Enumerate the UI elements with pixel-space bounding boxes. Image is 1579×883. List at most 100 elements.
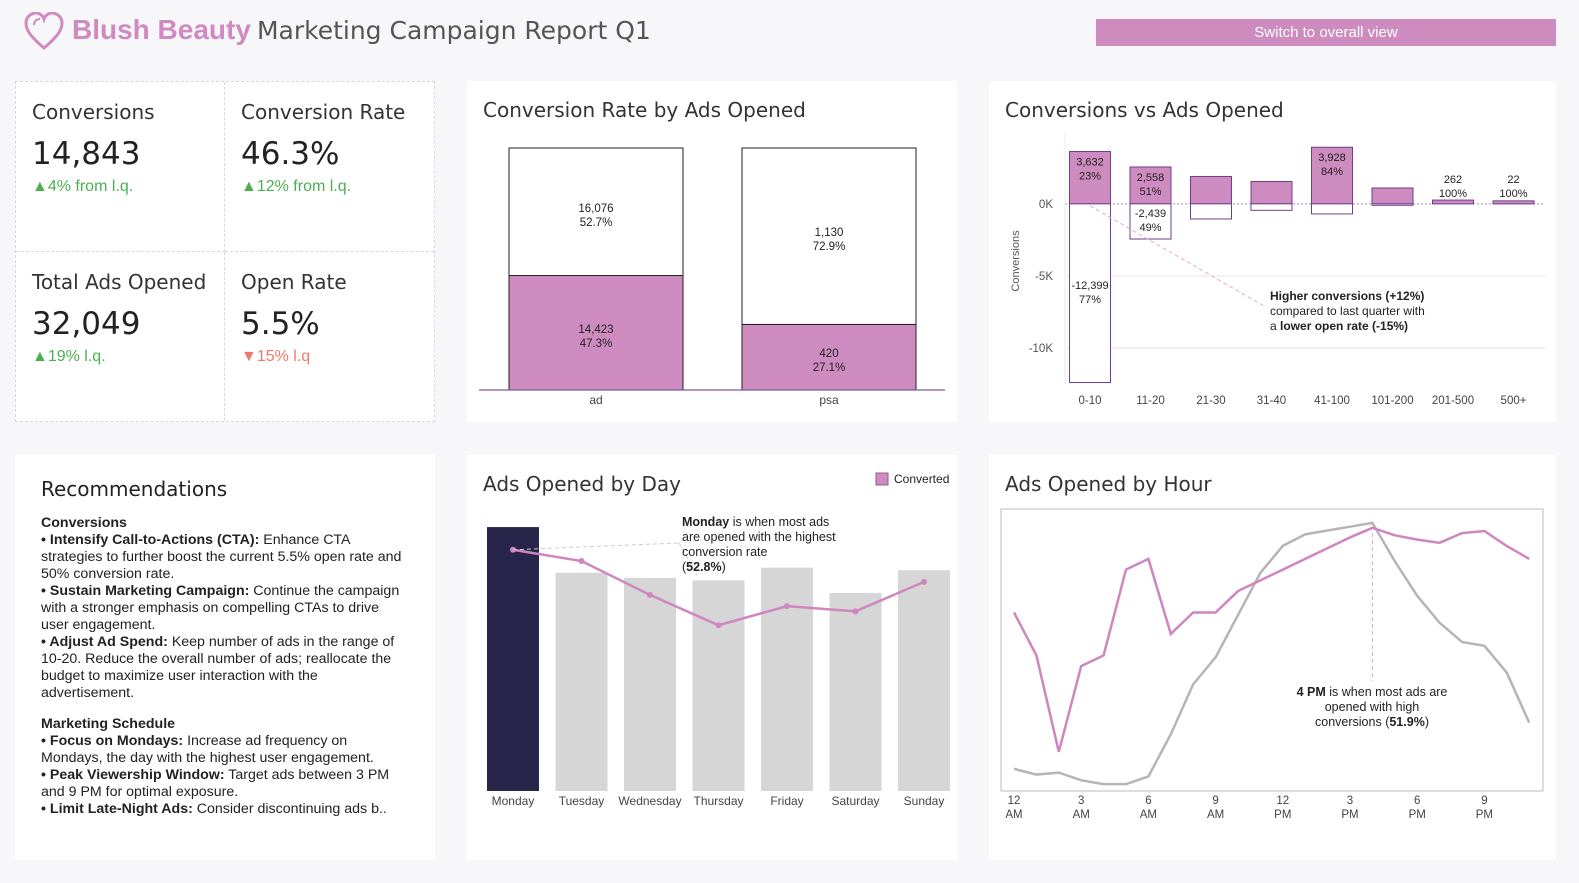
x-tick-label: 500+ [1501, 395, 1527, 407]
bar-data-label: 1,130 [815, 227, 844, 239]
bar-data-label: 262 [1444, 174, 1462, 186]
x-tick-label: Monday [492, 794, 535, 808]
reco-item-heading: • Adjust Ad Spend: [41, 634, 168, 650]
kpi-grid: Conversions 14,843 ▲4% from l.q. Convers… [15, 81, 435, 422]
ads-by-hour-panel: Ads Opened by Hour 12 AM 3 AM 6 AM 9 AM 12 PM 3 PM 6… [989, 455, 1556, 860]
bar-data-label: 3,928 [1318, 152, 1346, 164]
bar-negative [1311, 203, 1353, 215]
annotation-line [1089, 205, 1265, 307]
x-tick-label: 201-500 [1432, 395, 1474, 407]
bar-positive [1432, 199, 1474, 205]
bar-sunday [898, 570, 950, 791]
bar-negative [1190, 203, 1232, 220]
kpi-conversion-rate: Conversion Rate 46.3% ▲12% from l.q. [225, 82, 434, 252]
annotation-text: Monday is when most ads [682, 515, 829, 529]
annotation-bold: Monday [682, 515, 729, 529]
kpi-delta: ▼15% l.q [241, 347, 311, 365]
conv-rate-panel: Conversion Rate by Ads Opened 14,423 47.3… [467, 81, 957, 422]
kpi-delta: ▲12% from l.q. [241, 178, 352, 195]
kpi-value: 14,843 [32, 136, 141, 172]
conv-vs-ads-panel: Conversions vs Ads Opened 0K -5K -10K Conve… [989, 81, 1556, 422]
bar-friday [761, 567, 813, 791]
heart-logo-icon [24, 12, 64, 50]
kpi-delta: ▲4% from l.q. [32, 178, 134, 195]
x-tick-label: AM [1207, 809, 1224, 821]
x-tick-label: Friday [770, 794, 803, 808]
bar-data-label: -12,399 [1071, 280, 1108, 292]
reco-section-title: Conversions [41, 515, 127, 531]
y-tick-label: -10K [1029, 343, 1054, 355]
x-tick-label: 11-20 [1136, 395, 1165, 407]
x-tick-label: Thursday [693, 794, 743, 808]
switch-view-button[interactable]: Switch to overall view [1096, 19, 1556, 46]
annotation-text: conversions (51.9%) [1315, 715, 1429, 729]
annotation-text: compared to last quarter with [1270, 304, 1425, 318]
bar-data-label: 72.9% [813, 241, 846, 253]
annotation-text: (52.8%) [682, 560, 726, 574]
x-tick-label: 0-10 [1078, 395, 1101, 407]
reco-item: • Adjust Ad Spend: Keep number of ads in… [41, 634, 395, 701]
x-tick-label: ad [589, 393, 602, 407]
bar-negative [1371, 203, 1414, 206]
conv-rate-chart: 14,423 47.3% 16,076 52.7% ad 420 27.1% 1,130 72.… [479, 147, 945, 407]
bar-data-label: 27.1% [813, 362, 846, 374]
x-tick-label: 31-40 [1257, 395, 1286, 407]
annotation-text: opened with high [1325, 700, 1420, 714]
bar-saturday [829, 593, 882, 791]
converted-rate-point [578, 558, 585, 565]
bar-data-label: 22 [1507, 174, 1519, 186]
ads-by-hour-chart: 12 AM 3 AM 6 AM 9 AM 12 PM 3 PM 6 PM 9 PM 4 PM is when m… [1000, 508, 1544, 821]
x-tick-label: 41-100 [1314, 395, 1350, 407]
reco-item-heading: • Focus on Mondays: [41, 733, 184, 749]
annotation-text: 4 PM is when most ads are [1297, 685, 1448, 699]
bar-data-label: 14,423 [578, 324, 613, 336]
reco-item-heading: • Peak Viewership Window: [41, 767, 225, 783]
kpi-label: Total Ads Opened [32, 269, 207, 294]
reco-item: • Limit Late-Night Ads: Consider discont… [41, 801, 387, 817]
bar-positive [1190, 175, 1232, 205]
converted-rate-point [921, 578, 927, 585]
reco-section: Marketing Schedule • Focus on Mondays: In… [41, 716, 409, 818]
annotation-bold: lower open rate (-15%) [1280, 319, 1408, 333]
conv-vs-ads-chart: 0K -5K -10K Conversions 3,632 23% -12,399 77% 0-… [1010, 134, 1545, 407]
recommendations-body: Conversions • Intensify Call-to-Actions (… [41, 515, 409, 818]
x-tick-label: PM [1476, 809, 1493, 821]
x-tick-label: 9 [1212, 795, 1218, 807]
x-tick-label: AM [1140, 809, 1157, 821]
kpi-conversions: Conversions 14,843 ▲4% from l.q. [16, 82, 225, 252]
x-tick-label: Saturday [831, 794, 879, 808]
x-tick-label: AM [1005, 809, 1022, 821]
brand-name: Blush Beauty [72, 14, 251, 45]
kpi-value: 32,049 [32, 305, 141, 342]
bar-data-label: 100% [1439, 188, 1467, 200]
reco-item: • Sustain Marketing Campaign: Continue t… [41, 583, 400, 633]
ads-by-day-chart: Monday Tuesday Wednesday Thursday Friday Satu… [487, 472, 950, 808]
legend-label: Converted [894, 472, 949, 486]
bar-data-label: 420 [819, 348, 838, 360]
x-tick-label: 12 [1276, 795, 1289, 807]
x-tick-label: PM [1409, 809, 1426, 821]
bar-negative [1069, 203, 1111, 384]
bar-data-label: 47.3% [580, 338, 613, 350]
bar-monday [487, 527, 539, 791]
x-tick-label: 12 [1008, 795, 1021, 807]
bar-data-label: 84% [1321, 166, 1343, 178]
kpi-label: Conversions [32, 100, 155, 124]
bar-positive [1492, 200, 1535, 205]
x-tick-label: 101-200 [1371, 395, 1413, 407]
bar-data-label: 77% [1079, 294, 1101, 306]
converted-rate-point [784, 603, 790, 610]
bar-data-label: 100% [1499, 188, 1527, 200]
converted-rate-point [647, 591, 653, 598]
y-tick-label: 0K [1039, 199, 1053, 211]
converted-rate-point [852, 608, 859, 615]
recommendations-panel: Recommendations Conversions • Intensify C… [15, 455, 435, 860]
x-tick-label: 3 [1078, 795, 1084, 807]
report-subtitle: Marketing Campaign Report Q1 [256, 16, 651, 45]
annotation-text: are opened with the highest [682, 530, 836, 544]
x-tick-label: Wednesday [618, 794, 681, 808]
bar-data-label: 52.7% [580, 217, 613, 229]
bar-wednesday [624, 577, 676, 791]
y-tick-label: -5K [1035, 271, 1053, 283]
x-tick-label: Tuesday [559, 794, 605, 808]
